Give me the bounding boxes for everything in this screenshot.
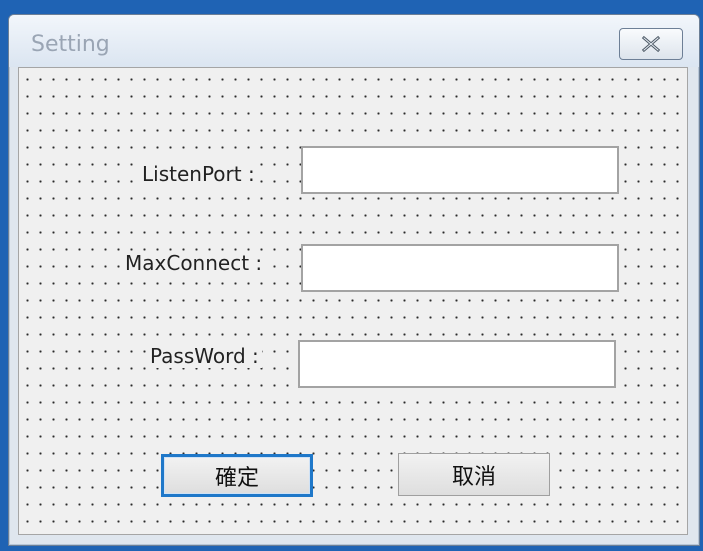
max-connect-input[interactable] (301, 244, 619, 292)
cancel-button[interactable]: 取消 (398, 453, 550, 496)
title-bar[interactable]: Setting (9, 15, 699, 67)
listen-port-input[interactable] (301, 146, 619, 194)
password-label: PassWord : (147, 344, 262, 368)
ok-button[interactable]: 確定 (161, 454, 313, 497)
setting-dialog: Setting ListenPort : MaxConnect : PassWo… (8, 14, 700, 546)
window-title: Setting (31, 32, 110, 57)
max-connect-label: MaxConnect : (122, 251, 266, 275)
close-button[interactable] (619, 28, 683, 60)
close-icon (641, 35, 661, 53)
settings-form-area: ListenPort : MaxConnect : PassWord : 確定 … (18, 67, 688, 535)
password-input[interactable] (298, 340, 616, 388)
listen-port-label: ListenPort : (139, 162, 258, 186)
